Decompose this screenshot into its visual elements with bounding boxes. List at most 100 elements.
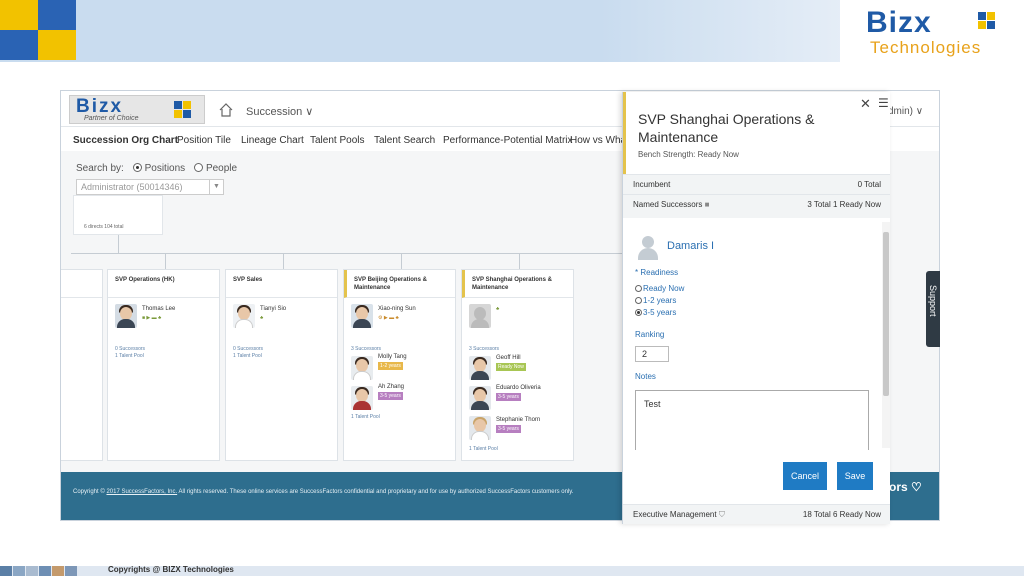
radio-positions-label: Positions [144,163,186,174]
radio-1-2-years[interactable] [635,297,642,304]
named-successors-label: Named Successors ■ [633,200,709,209]
logo-square [174,110,182,118]
logo-square [978,12,986,20]
connector-line [519,253,520,269]
logo-square [978,21,986,29]
executive-management-label: Executive Management ⛉ [633,510,725,520]
slide-copyright: Copyrights @ BIZX Technologies [108,565,234,574]
ranking-input[interactable]: 2 [635,346,669,362]
footer-square [26,566,38,576]
close-icon[interactable]: ✕ [860,96,871,112]
incumbent-name: Tianyi Sio [260,306,287,312]
successor-avatar [351,356,373,380]
shield-icon: ⛉ [718,510,725,519]
footer-copyright-link[interactable]: 2017 SuccessFactors, Inc. [106,489,177,495]
successor-count: 3 Successors [351,346,382,352]
named-successors-total: 3 Total 1 Ready Now [807,200,881,209]
module-selector[interactable]: Succession ∨ [246,105,313,118]
position-card[interactable]: SVP Operations (HK) Thomas Lee ■ ▶ ▬ ♣ 0… [107,269,220,461]
talent-pool-count: 1 Talent Pool [469,446,498,452]
search-input[interactable]: Administrator (50014346) [76,179,224,195]
footer-brand: tors ♡ [885,480,922,494]
radio-positions[interactable] [132,163,142,172]
tab-how-vs-what[interactable]: How vs What [570,135,629,146]
cancel-button[interactable]: Cancel [783,462,827,490]
footer-square [39,566,51,576]
support-tab[interactable]: Support [926,271,940,347]
connector-line [401,253,402,269]
tab-talent-search[interactable]: Talent Search [374,135,435,146]
radio-people-label: People [205,163,238,174]
incumbent-total: 0 Total [857,180,881,189]
successor-name: Molly Tang [378,354,407,360]
readiness-option[interactable]: Ready Now [635,284,684,293]
position-card[interactable]: SVP Shanghai Operations & Maintenance ♣ … [461,269,574,461]
corner-square-blue [0,30,38,60]
status-icons: ♣ [260,315,264,321]
footer-square [65,566,77,576]
person-icon: ■ [704,200,710,209]
tab-talent-pools[interactable]: Talent Pools [310,135,364,146]
successor-count: 3 Successors [469,346,500,352]
bench-strength: Bench Strength: Ready Now [638,150,739,159]
chevron-down-icon[interactable]: ▼ [209,180,223,194]
connector-line [118,235,119,253]
successor-count: 0 Successors [115,346,146,352]
readiness-badge: 3-5 years [378,392,403,400]
top-card-stats: 6 directs 104 total [84,224,124,230]
executive-management-text: Executive Management [633,510,717,519]
incumbent-name: Xiao-ning Sun [378,306,416,312]
radio-ready-now-label: Ready Now [643,284,685,293]
tab-succession-org-chart[interactable]: Succession Org Chart [73,135,178,146]
successor-count: 0 Successors [233,346,264,352]
incumbent-avatar [115,304,137,328]
incumbent-row[interactable]: Incumbent 0 Total [623,174,890,194]
corner-square-blue [38,0,76,30]
radio-ready-now[interactable] [635,285,642,292]
ranking-label: Ranking [635,330,665,339]
card-title: SVP Sales [226,270,337,298]
radio-people[interactable] [193,163,203,172]
executive-management-row[interactable]: Executive Management ⛉ 18 Total 6 Ready … [623,504,890,524]
scrollbar-thumb[interactable] [883,232,889,396]
connector-line [283,253,284,269]
readiness-option[interactable]: 3-5 years [635,308,676,317]
company-logo: Bizx Partner of Choice [69,95,205,124]
readiness-badge: 3-5 years [496,393,521,401]
successor-name[interactable]: Damaris I [667,240,714,252]
home-icon[interactable] [219,103,233,117]
radio-3-5-years[interactable] [635,309,642,316]
corner-square-yellow [0,0,38,30]
position-card[interactable]: SVP Sales Tianyi Sio ♣ 0 Successors 1 Ta… [225,269,338,461]
position-card[interactable]: SVP Beijing Operations & Maintenance Xia… [343,269,456,461]
named-successors-text: Named Successors [633,200,703,209]
position-card-partial[interactable] [61,269,103,461]
user-menu[interactable]: dmin) ∨ [888,106,923,117]
panel-header: SVP Shanghai Operations & Maintenance Be… [623,92,890,174]
panel-title: SVP Shanghai Operations & Maintenance [638,111,815,145]
card-title: SVP Beijing Operations & Maintenance [344,270,455,298]
top-position-card[interactable]: 6 directs 104 total [73,195,163,235]
status-icons: ⚙ ▶ ▬ ♣ [378,315,399,321]
search-by-row: Search by: Positions People [76,163,237,174]
menu-icon[interactable]: ☰ [878,96,889,110]
status-icons: ■ ▶ ▬ ♣ [142,315,162,321]
successor-name: Stephanie Thorn [496,417,541,423]
tab-performance-potential-matrix[interactable]: Performance-Potential Matrix [443,135,573,146]
executive-management-total: 18 Total 6 Ready Now [802,510,881,519]
logo-square [183,110,191,118]
notes-textarea[interactable]: Test [635,390,869,450]
tab-lineage-chart[interactable]: Lineage Chart [241,135,304,146]
incumbent-avatar [351,304,373,328]
footer-square [0,566,12,576]
readiness-badge: 1-2 years [378,362,403,370]
footer-square [52,566,64,576]
successor-name: Eduardo Oliveria [496,385,541,391]
incumbent-label: Incumbent [633,180,671,189]
named-successors-row[interactable]: Named Successors ■ 3 Total 1 Ready Now [623,194,890,218]
tab-position-tile[interactable]: Position Tile [177,135,231,146]
footer-copyright-suffix: All rights reserved. These online servic… [178,489,574,495]
readiness-option[interactable]: 1-2 years [635,296,676,305]
save-button[interactable]: Save [837,462,873,490]
corner-square-yellow [38,30,76,60]
